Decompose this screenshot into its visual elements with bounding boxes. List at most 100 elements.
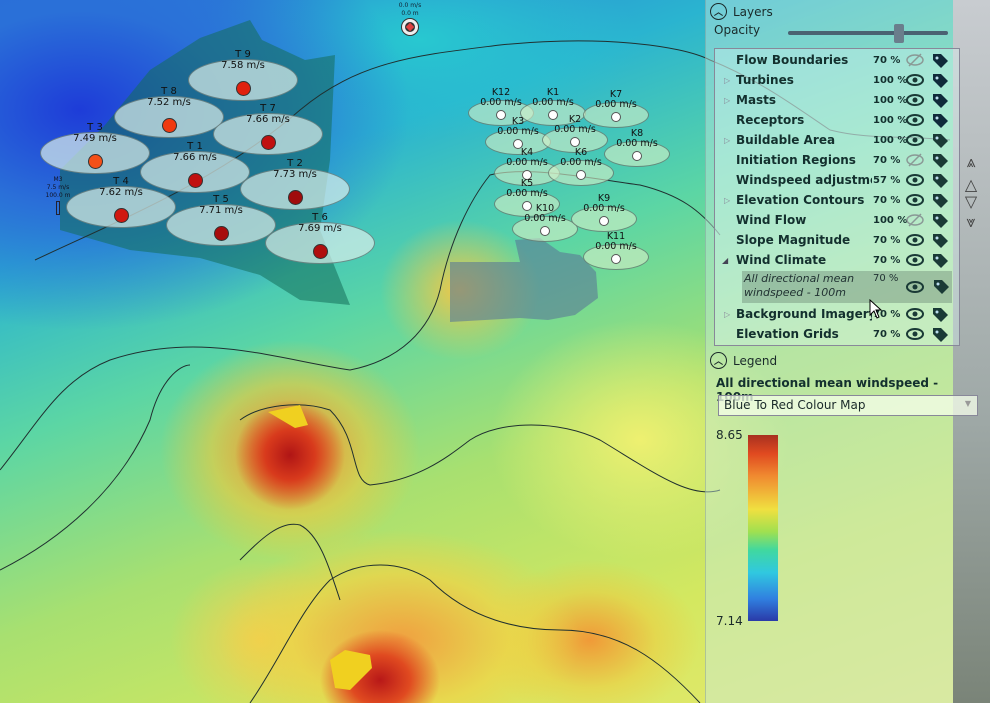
layer-row[interactable]: Flow Boundaries 70 % xyxy=(715,50,959,70)
layer-sub-item[interactable]: All directional mean windspeed - 100m 70… xyxy=(742,271,952,303)
expand-triangle-icon[interactable]: ▷ xyxy=(724,76,730,85)
colour-map-select[interactable]: Blue To Red Colour Map ▼ xyxy=(718,395,978,416)
tag-icon[interactable] xyxy=(932,278,950,296)
eye-off-icon[interactable] xyxy=(906,153,924,167)
turbine-icon[interactable] xyxy=(261,135,276,150)
tag-icon[interactable] xyxy=(931,132,949,150)
turbine-speed: 7.73 m/s xyxy=(273,169,317,180)
receptor-speed: 0.00 m/s xyxy=(554,124,596,135)
tag-icon[interactable] xyxy=(931,326,949,344)
expand-triangle-icon[interactable]: ▷ xyxy=(724,310,730,319)
mast-id: M3 xyxy=(53,176,63,183)
turbine-icon[interactable] xyxy=(188,173,203,188)
layer-name: Buildable Area xyxy=(736,133,836,147)
opacity-slider-thumb[interactable] xyxy=(894,24,905,43)
layer-row[interactable]: Windspeed adjustment57 % xyxy=(715,170,959,190)
opacity-slider[interactable] xyxy=(788,31,948,35)
layer-row[interactable]: Receptors 100 % xyxy=(715,110,959,130)
turbine-id: T 9 xyxy=(235,49,251,60)
turbine-speed: 7.71 m/s xyxy=(199,205,243,216)
receptor-label: K11 0.00 m/s xyxy=(581,232,651,252)
eye-icon[interactable] xyxy=(906,173,924,187)
eye-icon[interactable] xyxy=(906,73,924,87)
move-top-button[interactable]: ⩓ xyxy=(960,152,982,172)
tag-icon[interactable] xyxy=(931,72,949,90)
turbine-speed: 7.69 m/s xyxy=(298,223,342,234)
tag-icon[interactable] xyxy=(931,232,949,250)
tag-icon[interactable] xyxy=(931,92,949,110)
turbine-icon[interactable] xyxy=(114,208,129,223)
turbine-label: T 2 7.73 m/s xyxy=(255,158,335,180)
eye-icon[interactable] xyxy=(906,93,924,107)
layer-name: Initiation Regions xyxy=(736,153,856,167)
expand-triangle-icon[interactable]: ▷ xyxy=(724,136,730,145)
turbine-icon[interactable] xyxy=(88,154,103,169)
receptor-icon[interactable] xyxy=(599,216,609,226)
expand-triangle-icon[interactable]: ▷ xyxy=(724,196,730,205)
layer-opacity: 100 % xyxy=(873,214,908,226)
eye-off-icon[interactable] xyxy=(906,213,924,227)
tag-icon[interactable] xyxy=(931,112,949,130)
turbine-icon[interactable] xyxy=(236,81,251,96)
legend-header[interactable]: ︿ Legend xyxy=(710,352,777,369)
eye-icon[interactable] xyxy=(906,113,924,127)
tag-icon[interactable] xyxy=(931,212,949,230)
collapse-icon[interactable]: ︿ xyxy=(710,352,727,369)
tag-icon[interactable] xyxy=(931,172,949,190)
expand-triangle-icon[interactable]: ▷ xyxy=(724,96,730,105)
tag-icon[interactable] xyxy=(931,252,949,270)
turbine-id: T 1 xyxy=(187,141,203,152)
layer-row[interactable]: ▷ Turbines 100 % xyxy=(715,70,959,90)
eye-icon[interactable] xyxy=(906,253,924,267)
layer-row[interactable]: ◢ Wind Climate 70 % xyxy=(715,250,959,270)
mast-speed: 7.5 m/s xyxy=(46,184,70,191)
receptor-icon[interactable] xyxy=(632,151,642,161)
layers-header[interactable]: ︿ Layers xyxy=(710,3,773,20)
turbine-speed: 7.58 m/s xyxy=(221,60,265,71)
move-down-button[interactable]: ▽ xyxy=(960,192,982,211)
receptor-speed: 0.00 m/s xyxy=(524,213,566,224)
tag-icon[interactable] xyxy=(931,192,949,210)
layer-row[interactable]: ▷ Masts 100 % xyxy=(715,90,959,110)
layer-row[interactable]: ▷ Background Imagery 70 % xyxy=(715,304,959,324)
collapse-icon[interactable]: ︿ xyxy=(710,3,727,20)
eye-icon[interactable] xyxy=(906,327,924,341)
tag-icon[interactable] xyxy=(931,306,949,324)
eye-icon[interactable] xyxy=(906,307,924,321)
mast-height: 100.0 m xyxy=(45,192,71,199)
receptor-icon[interactable] xyxy=(570,137,580,147)
turbine-icon[interactable] xyxy=(288,190,303,205)
eye-icon[interactable] xyxy=(906,233,924,247)
double-chevron-up-icon: ⩓ xyxy=(966,152,976,171)
receptor-icon[interactable] xyxy=(611,254,621,264)
layer-row[interactable]: Elevation Grids 70 % xyxy=(715,324,959,344)
turbine-icon[interactable] xyxy=(214,226,229,241)
eye-icon[interactable] xyxy=(906,281,924,293)
collapse-triangle-icon[interactable]: ◢ xyxy=(722,256,728,265)
eye-icon[interactable] xyxy=(906,193,924,207)
layer-row[interactable]: Wind Flow 100 % xyxy=(715,210,959,230)
receptor-label: K2 0.00 m/s xyxy=(540,115,610,135)
layer-row[interactable]: ▷ Buildable Area 100 % xyxy=(715,130,959,150)
move-bottom-button[interactable]: ⩔ xyxy=(960,212,982,232)
turbine-label: T 4 7.62 m/s xyxy=(81,176,161,198)
turbine-icon[interactable] xyxy=(313,244,328,259)
eye-icon[interactable] xyxy=(906,133,924,147)
legend-max: 8.65 xyxy=(716,428,743,442)
receptor-speed: 0.00 m/s xyxy=(532,97,574,108)
receptor-icon[interactable] xyxy=(611,112,621,122)
mast-m3[interactable]: M3 7.5 m/s 100.0 m xyxy=(40,176,76,216)
tag-icon[interactable] xyxy=(931,152,949,170)
receptor-icon[interactable] xyxy=(540,226,550,236)
receptor-icon[interactable] xyxy=(576,170,586,180)
eye-off-icon[interactable] xyxy=(906,53,924,67)
layer-row[interactable]: Slope Magnitude 70 % xyxy=(715,230,959,250)
turbine-icon[interactable] xyxy=(162,118,177,133)
layer-row[interactable]: ▷ Elevation Contours 70 % xyxy=(715,190,959,210)
top-marker[interactable]: 0.0 m/s 0.0 m xyxy=(390,2,430,36)
tag-icon[interactable] xyxy=(931,52,949,70)
layer-row[interactable]: Initiation Regions 70 % xyxy=(715,150,959,170)
mouse-cursor-icon xyxy=(869,299,883,319)
layers-panel: ︿ Layers Opacity Flow Boundaries 70 % ▷ Tur… xyxy=(705,0,978,703)
receptor-speed: 0.00 m/s xyxy=(506,188,548,199)
